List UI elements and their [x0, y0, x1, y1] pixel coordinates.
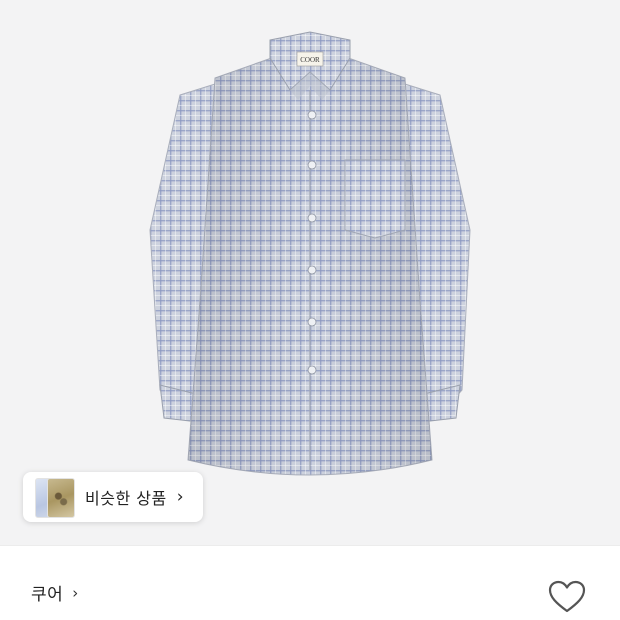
similar-products-label: 비슷한 상품	[85, 489, 167, 508]
heart-outline-icon	[548, 580, 586, 613]
shirt-illustration: COOR	[149, 31, 471, 476]
svg-text:COOR: COOR	[300, 56, 320, 64]
chevron-right-icon: ›	[176, 487, 184, 507]
divider	[0, 545, 620, 546]
product-image[interactable]: COOR	[0, 0, 620, 545]
brand-link[interactable]: 쿠어 ›	[31, 580, 79, 606]
similar-products-button[interactable]: 비슷한 상품 ›	[23, 472, 203, 522]
like-button[interactable]	[548, 578, 586, 616]
similar-thumbnails	[29, 472, 75, 522]
similar-thumbnail	[47, 478, 75, 518]
brand-name: 쿠어	[31, 585, 64, 605]
chevron-right-icon: ›	[72, 583, 79, 602]
